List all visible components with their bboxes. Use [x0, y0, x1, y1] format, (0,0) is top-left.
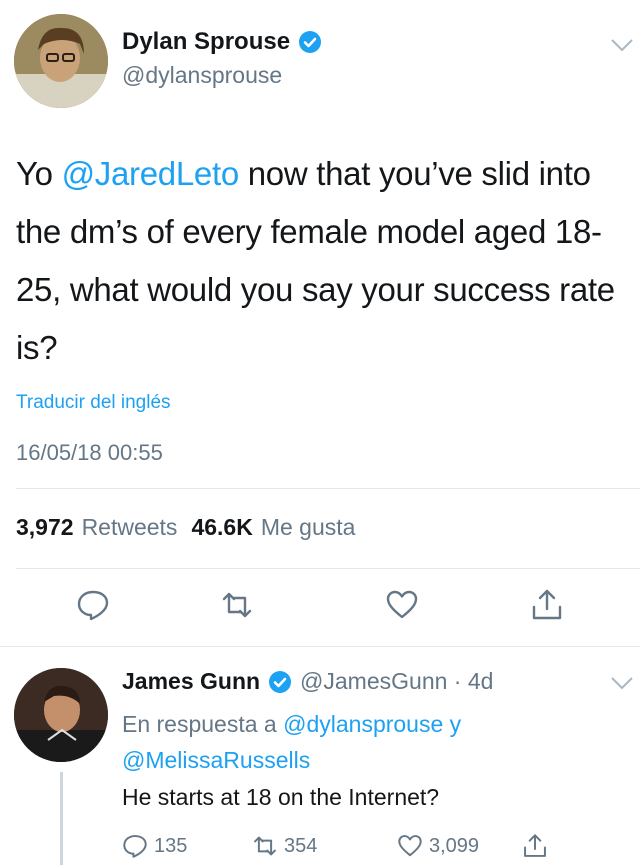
reply-action-share[interactable] [522, 833, 554, 859]
like-icon[interactable] [385, 588, 419, 622]
display-name[interactable]: Dylan Sprouse [122, 28, 290, 56]
reply-icon[interactable] [76, 588, 110, 622]
divider [16, 488, 640, 489]
reply-to-mention[interactable]: @dylansprouse [283, 711, 443, 737]
translate-link[interactable]: Traducir del inglés [16, 392, 171, 414]
main-tweet: Dylan Sprouse @dylansprouse Yo @JaredLet… [0, 0, 640, 645]
share-icon[interactable] [530, 588, 564, 622]
reply-to-mention[interactable]: @MelissaRussells [122, 747, 310, 773]
reply-tweet-text: He starts at 18 on the Internet? [122, 784, 440, 810]
thread-line [60, 772, 63, 865]
chevron-down-icon[interactable] [610, 676, 634, 690]
retweet-count: 354 [284, 834, 318, 857]
verified-badge-icon [298, 30, 322, 54]
like-count: 3,099 [429, 834, 480, 857]
retweet-icon[interactable] [220, 588, 254, 622]
retweets-count[interactable]: 3,972 [16, 514, 74, 541]
author-name-line: Dylan Sprouse [122, 28, 322, 56]
tweet-stats: 3,972 Retweets 46.6K Me gusta [16, 514, 369, 541]
mention-link[interactable]: @JaredLeto [62, 155, 240, 192]
divider [0, 646, 640, 647]
likes-count[interactable]: 46.6K [191, 514, 252, 541]
reply-header: James Gunn @JamesGunn · 4d [122, 668, 493, 695]
replying-to: En respuesta a @dylansprouse y @MelissaR… [122, 706, 602, 778]
author-handle[interactable]: @dylansprouse [122, 62, 282, 89]
reply-action-reply[interactable]: 135 [122, 833, 187, 859]
chevron-down-icon[interactable] [610, 38, 634, 52]
reply-action-retweet[interactable]: 354 [252, 833, 317, 859]
retweets-label[interactable]: Retweets [82, 514, 178, 541]
retweet-icon [254, 836, 276, 856]
avatar-image [14, 14, 108, 108]
reply-avatar-image [14, 668, 108, 762]
share-icon [524, 834, 546, 857]
reply-avatar[interactable] [14, 668, 108, 762]
tweet-text: Yo @JaredLeto now that you’ve slid into … [16, 145, 626, 377]
avatar[interactable] [14, 14, 108, 108]
verified-badge-icon [268, 670, 292, 694]
reply-to-prefix: En respuesta a [122, 711, 277, 737]
reply-count: 135 [154, 834, 188, 857]
divider [16, 568, 640, 569]
reply-actions: 135 354 3,099 [122, 833, 562, 863]
reply-to-joiner: y [449, 711, 462, 737]
reply-action-like[interactable]: 3,099 [397, 833, 479, 859]
reply-icon [123, 835, 147, 858]
reply-handle[interactable]: @JamesGunn · 4d [300, 668, 493, 695]
like-icon [398, 835, 422, 857]
timestamp: 16/05/18 00:55 [16, 440, 163, 465]
reply-display-name[interactable]: James Gunn [122, 668, 260, 695]
tweet-text-pre: Yo [16, 155, 62, 192]
likes-label[interactable]: Me gusta [261, 514, 356, 541]
